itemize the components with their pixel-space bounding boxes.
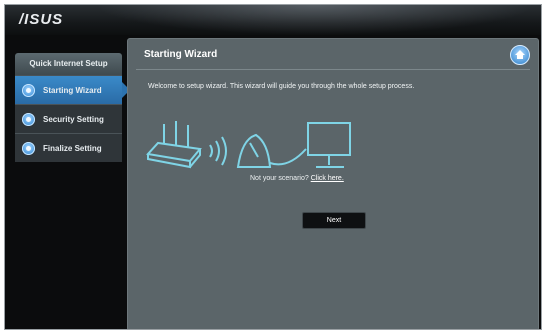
main-panel: Starting Wizard Welcome to setup wizard.… xyxy=(127,38,539,329)
top-bar: /ISUS xyxy=(5,5,541,35)
sidebar-item-security-setting[interactable]: Security Setting xyxy=(15,104,122,133)
sidebar-item-finalize-setting[interactable]: Finalize Setting xyxy=(15,133,122,162)
sidebar-item-starting-wizard[interactable]: Starting Wizard xyxy=(15,75,130,104)
sidebar-item-label: Finalize Setting xyxy=(43,143,102,153)
brand-logo: /ISUS xyxy=(19,11,64,28)
page-title: Starting Wizard xyxy=(144,49,218,60)
scenario-text: Not your scenario? Click here. xyxy=(250,175,344,182)
modem-icon xyxy=(236,133,272,168)
title-divider xyxy=(136,69,530,70)
cable-icon xyxy=(269,148,307,166)
scenario-label: Not your scenario? xyxy=(250,175,311,182)
sidebar-item-label: Security Setting xyxy=(43,114,104,124)
next-button[interactable]: Next xyxy=(302,212,366,229)
monitor-icon xyxy=(307,122,351,168)
sidebar-header: Quick Internet Setup xyxy=(15,53,122,75)
sidebar-item-label: Starting Wizard xyxy=(43,85,102,95)
top-bar-glow xyxy=(95,5,535,35)
router-setup-window: /ISUS Quick Internet Setup Starting Wiza… xyxy=(4,4,542,330)
router-icon xyxy=(146,121,202,169)
step-icon xyxy=(22,112,35,126)
step-icon xyxy=(22,141,35,155)
home-icon[interactable] xyxy=(510,45,530,65)
step-icon xyxy=(22,83,35,97)
click-here-link[interactable]: Click here. xyxy=(311,175,344,182)
wifi-waves-icon xyxy=(209,136,227,166)
sidebar: Quick Internet Setup Starting Wizard Sec… xyxy=(15,53,130,167)
welcome-text: Welcome to setup wizard. This wizard wil… xyxy=(148,83,415,90)
